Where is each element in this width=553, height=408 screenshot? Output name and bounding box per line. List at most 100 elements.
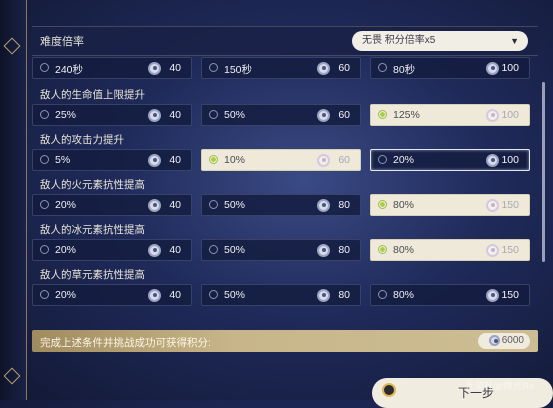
option-points: 40 bbox=[169, 244, 181, 256]
option-row: 20% 40 50% 80 80% 150 bbox=[32, 194, 538, 216]
option-points: 150 bbox=[501, 289, 519, 301]
total-points-bar: 完成上述条件并挑战成功可获得积分: 6000 bbox=[32, 330, 538, 352]
option-row: 20% 40 50% 80 80% 150 bbox=[32, 239, 538, 261]
option-value: 150秒 bbox=[224, 64, 253, 76]
option-row: 25% 40 50% 60 125% 100 bbox=[32, 104, 538, 126]
total-points-value: 6000 bbox=[501, 335, 524, 346]
option-points: 150 bbox=[501, 199, 519, 211]
radio-icon bbox=[209, 155, 218, 164]
radio-icon bbox=[378, 245, 387, 254]
option-value: 20% bbox=[55, 244, 77, 256]
option-points: 40 bbox=[169, 289, 181, 301]
difficulty-option[interactable]: 50% 60 bbox=[201, 104, 361, 126]
difficulty-dropdown[interactable]: 无畏 积分倍率x5 ▼ bbox=[352, 31, 528, 51]
option-points: 40 bbox=[169, 199, 181, 211]
option-row: 240秒 40 150秒 60 80秒 100 bbox=[32, 57, 538, 79]
points-coin-icon bbox=[148, 62, 161, 75]
points-coin-icon bbox=[486, 62, 499, 75]
difficulty-option[interactable]: 20% 40 bbox=[32, 239, 192, 261]
option-row: 20% 40 50% 80 80% 150 bbox=[32, 284, 538, 306]
option-points: 80 bbox=[338, 289, 350, 301]
radio-icon bbox=[209, 200, 218, 209]
points-coin-icon bbox=[486, 244, 499, 257]
option-points: 40 bbox=[169, 62, 181, 74]
option-value: 50% bbox=[224, 289, 246, 301]
option-points: 100 bbox=[501, 154, 519, 166]
points-coin-icon bbox=[486, 154, 499, 167]
difficulty-option[interactable]: 240秒 40 bbox=[32, 57, 192, 79]
difficulty-option[interactable]: 80秒 100 bbox=[370, 57, 530, 79]
option-points: 60 bbox=[338, 109, 350, 121]
option-points: 80 bbox=[338, 244, 350, 256]
difficulty-option[interactable]: 20% 40 bbox=[32, 194, 192, 216]
caret-down-icon: ▼ bbox=[510, 36, 519, 46]
difficulty-option[interactable]: 50% 80 bbox=[201, 194, 361, 216]
option-value: 80% bbox=[393, 289, 415, 301]
difficulty-header: 难度倍率 无畏 积分倍率x5 ▼ bbox=[32, 26, 538, 56]
radio-icon bbox=[40, 245, 49, 254]
radio-icon bbox=[378, 110, 387, 119]
option-value: 25% bbox=[55, 109, 77, 121]
option-value: 50% bbox=[224, 244, 246, 256]
total-points-label: 完成上述条件并挑战成功可获得积分: bbox=[40, 337, 211, 349]
option-value: 50% bbox=[224, 199, 246, 211]
difficulty-option[interactable]: 125% 100 bbox=[370, 104, 530, 126]
option-value: 80% bbox=[393, 199, 415, 211]
difficulty-option[interactable]: 5% 40 bbox=[32, 149, 192, 171]
difficulty-option[interactable]: 80% 150 bbox=[370, 194, 530, 216]
scrollbar[interactable] bbox=[542, 82, 545, 262]
option-group-label: 敌人的火元素抗性提高 bbox=[40, 179, 145, 191]
difficulty-panel: 难度倍率 无畏 积分倍率x5 ▼ 240秒 40 150秒 60 80秒 100 敌人的生命… bbox=[32, 20, 545, 400]
points-coin-icon bbox=[489, 335, 500, 346]
option-group-label: 敌人的冰元素抗性提高 bbox=[40, 224, 145, 236]
option-points: 40 bbox=[169, 109, 181, 121]
difficulty-option[interactable]: 80% 150 bbox=[370, 239, 530, 261]
difficulty-option[interactable]: 20% 100 bbox=[370, 149, 530, 171]
left-frame-border bbox=[0, 0, 27, 400]
radio-icon bbox=[378, 63, 387, 72]
difficulty-option[interactable]: 10% 60 bbox=[201, 149, 361, 171]
points-coin-icon bbox=[148, 154, 161, 167]
option-points: 100 bbox=[501, 109, 519, 121]
difficulty-option[interactable]: 25% 40 bbox=[32, 104, 192, 126]
radio-icon bbox=[40, 200, 49, 209]
difficulty-option[interactable]: 50% 80 bbox=[201, 239, 361, 261]
option-value: 80秒 bbox=[393, 64, 416, 76]
radio-icon bbox=[209, 290, 218, 299]
difficulty-option[interactable]: 20% 40 bbox=[32, 284, 192, 306]
option-points: 40 bbox=[169, 154, 181, 166]
points-coin-icon bbox=[148, 109, 161, 122]
radio-icon bbox=[378, 200, 387, 209]
option-group-label: 敌人的草元素抗性提高 bbox=[40, 269, 145, 281]
difficulty-option[interactable]: 150秒 60 bbox=[201, 57, 361, 79]
points-coin-icon bbox=[148, 199, 161, 212]
radio-icon bbox=[209, 110, 218, 119]
controller-button-icon bbox=[382, 383, 396, 397]
option-value: 50% bbox=[224, 109, 246, 121]
option-value: 10% bbox=[224, 154, 246, 166]
radio-icon bbox=[378, 155, 387, 164]
points-coin-icon bbox=[486, 199, 499, 212]
radio-icon bbox=[40, 110, 49, 119]
option-points: 150 bbox=[501, 244, 519, 256]
points-coin-icon bbox=[317, 244, 330, 257]
frame-ornament-icon bbox=[3, 367, 21, 385]
points-coin-icon bbox=[486, 289, 499, 302]
points-coin-icon bbox=[317, 109, 330, 122]
points-coin-icon bbox=[317, 62, 330, 75]
frame-ornament-icon bbox=[3, 37, 21, 55]
option-group-label: 敌人的攻击力提升 bbox=[40, 134, 124, 146]
points-coin-icon bbox=[148, 289, 161, 302]
option-points: 60 bbox=[338, 62, 350, 74]
option-points: 100 bbox=[501, 62, 519, 74]
option-points: 60 bbox=[338, 154, 350, 166]
option-row: 5% 40 10% 60 20% 100 bbox=[32, 149, 538, 171]
difficulty-option[interactable]: 80% 150 bbox=[370, 284, 530, 306]
total-points-pill: 6000 bbox=[478, 333, 530, 349]
option-value: 20% bbox=[393, 154, 415, 166]
option-value: 20% bbox=[55, 199, 77, 211]
difficulty-option[interactable]: 50% 80 bbox=[201, 284, 361, 306]
difficulty-dropdown-value: 无畏 积分倍率x5 bbox=[362, 35, 436, 46]
radio-icon bbox=[209, 63, 218, 72]
option-group-label: 敌人的生命值上限提升 bbox=[40, 89, 145, 101]
